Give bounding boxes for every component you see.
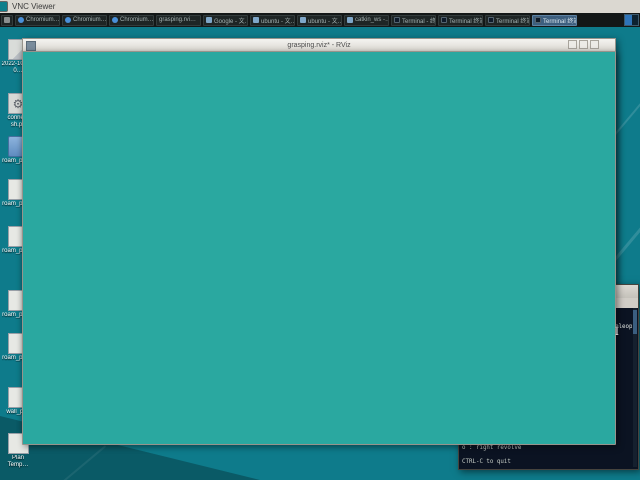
taskbar-item-label: Chromium… <box>73 17 107 23</box>
chrome-icon <box>65 17 71 23</box>
vnc-app-icon <box>0 1 8 12</box>
screen: 2022-10-25-0… ⚙ connect sh.py roam_pos 0 roa… <box>0 0 640 480</box>
taskbar-item-label: Terminal - 终… <box>402 18 436 25</box>
chrome-icon <box>18 17 24 23</box>
taskbar-item[interactable]: ubuntu - 文… <box>297 14 342 26</box>
taskbar-item-label: ubuntu - 文… <box>261 18 295 25</box>
folder-icon <box>300 17 306 23</box>
folder-icon <box>206 17 212 23</box>
taskbar-item[interactable]: Chromium… <box>109 14 154 26</box>
folder-icon <box>253 17 259 23</box>
taskbar-item[interactable]: Google - 文… <box>203 14 248 26</box>
terminal-line: o : right revolve <box>462 444 522 451</box>
host-titlebar: VNC Viewer <box>0 0 640 13</box>
terminal-icon <box>441 17 447 23</box>
taskbar-item-label: Terminal 终端… <box>496 18 529 25</box>
taskbar-item[interactable]: Chromium… <box>62 14 107 26</box>
taskbar-item-label: Chromium… <box>26 17 60 23</box>
ibeam-cursor: I <box>615 327 619 338</box>
taskbar-item-label: Chromium… <box>120 17 154 23</box>
taskbar-item-label: catkin_ws -… <box>355 17 389 23</box>
taskbar-item-label: Terminal 终端… <box>543 18 576 25</box>
folder-icon <box>347 17 353 23</box>
rviz-app-icon <box>26 41 36 51</box>
minimize-icon[interactable] <box>568 40 577 49</box>
terminal-icon <box>535 17 541 23</box>
taskbar-item[interactable]: ubuntu - 文… <box>250 14 295 26</box>
taskbar: m Chromium… Chromium… Chromium… grasping.rvi… <box>0 13 640 445</box>
host-title: VNC Viewer <box>12 2 56 11</box>
close-icon[interactable] <box>590 40 599 49</box>
taskbar-item-label: ubuntu - 文… <box>308 18 342 25</box>
taskbar-item-label: grasping.rvi… <box>159 17 197 23</box>
maximize-icon[interactable] <box>579 40 588 49</box>
desktop-icon-label: Plan Temp… <box>7 455 29 468</box>
workspace-pager[interactable] <box>624 14 639 26</box>
scrollbar-thumb[interactable] <box>633 310 637 334</box>
chrome-icon <box>112 17 118 23</box>
taskbar-item-label: Google - 文… <box>214 18 248 25</box>
terminal-icon <box>394 17 400 23</box>
taskbar-item[interactable]: grasping.rvi… <box>22 14 616 445</box>
taskbar-item[interactable]: catkin_ws -… <box>344 14 389 26</box>
taskbar-item[interactable]: m <box>1 14 13 26</box>
terminal-scrollbar[interactable] <box>633 308 637 467</box>
taskbar-item[interactable]: Terminal 终端… <box>438 14 483 26</box>
taskbar-item-label: m <box>12 17 13 23</box>
rviz-title: grasping.rviz* - RViz <box>287 41 351 49</box>
taskbar-item[interactable]: Terminal - 终… <box>391 14 436 26</box>
terminal-line: CTRL-C to quit <box>462 458 511 465</box>
taskbar-item-label: Terminal 终端… <box>449 18 482 25</box>
taskbar-item[interactable]: Chromium… <box>15 14 60 26</box>
taskbar-item[interactable]: Terminal 终端… <box>532 14 577 26</box>
app-icon <box>4 17 10 23</box>
taskbar-item[interactable]: Terminal 终端… <box>485 14 530 26</box>
terminal-icon <box>488 17 494 23</box>
